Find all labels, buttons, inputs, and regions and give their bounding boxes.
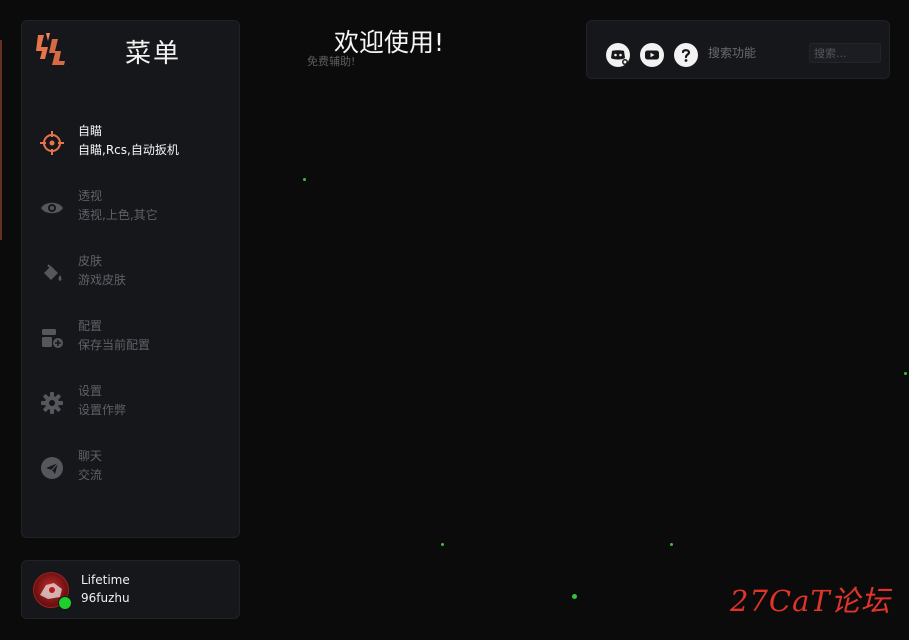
gear-icon [41, 392, 63, 414]
crosshair-icon [40, 131, 64, 155]
sidebar-item-esp[interactable]: 透视 透视,上色,其它 [22, 186, 239, 240]
config-add-icon [42, 329, 63, 348]
sidebar-item-label: 自瞄 [78, 124, 103, 138]
help-button[interactable] [674, 43, 698, 67]
sidebar-item-skins[interactable]: 皮肤 游戏皮肤 [22, 251, 239, 305]
page-subtitle: 免费辅助! [307, 55, 356, 68]
user-name-label: 96fuzhu [81, 591, 130, 605]
sidebar-item-chat[interactable]: 聊天 交流 [22, 446, 239, 500]
sidebar-item-subtitle: 自瞄,Rcs,自动扳机 [78, 143, 179, 157]
discord-icon [611, 50, 628, 65]
top-toolbar: 搜索功能 [586, 20, 890, 79]
sidebar-item-aim[interactable]: 自瞄 自瞄,Rcs,自动扳机 [22, 121, 239, 175]
sidebar-item-subtitle: 设置作弊 [78, 403, 127, 417]
app-logo-icon [36, 33, 65, 65]
eye-icon [41, 202, 63, 214]
youtube-icon [645, 50, 659, 60]
youtube-button[interactable] [640, 43, 664, 67]
sidebar-item-label: 皮肤 [78, 254, 103, 268]
search-input[interactable] [809, 43, 881, 63]
discord-button[interactable] [606, 43, 630, 67]
sidebar-item-label: 配置 [78, 319, 103, 333]
sidebar-item-subtitle: 交流 [78, 468, 103, 482]
app-window: 菜单 自瞄 自瞄,Rcs,自动扳机 透视 透视,上色,其它 皮肤 游戏皮肤 配置… [0, 0, 909, 640]
forum-watermark: 27CaT论坛 [730, 584, 891, 618]
help-icon [681, 49, 691, 62]
particle-dot [670, 543, 673, 546]
online-status-indicator [58, 596, 72, 610]
particle-dot [303, 178, 306, 181]
sidebar-item-subtitle: 保存当前配置 [78, 338, 151, 352]
user-plan-label: Lifetime [81, 573, 130, 587]
user-card[interactable]: Lifetime 96fuzhu [21, 560, 240, 619]
particle-dot [904, 372, 907, 375]
sidebar-item-subtitle: 游戏皮肤 [78, 273, 127, 287]
paint-bucket-icon [44, 264, 62, 281]
sidebar-item-label: 设置 [78, 384, 103, 398]
sidebar-item-settings[interactable]: 设置 设置作弊 [22, 381, 239, 435]
particle-dot [572, 594, 577, 599]
sidebar-item-config[interactable]: 配置 保存当前配置 [22, 316, 239, 370]
sidebar-item-subtitle: 透视,上色,其它 [78, 208, 158, 222]
menu-title: 菜单 [125, 39, 182, 69]
sidebar-item-label: 聊天 [78, 449, 103, 463]
particle-dot [441, 543, 444, 546]
left-edge-accent [0, 40, 2, 240]
search-label: 搜索功能 [708, 46, 757, 60]
sidebar: 菜单 自瞄 自瞄,Rcs,自动扳机 透视 透视,上色,其它 皮肤 游戏皮肤 配置… [21, 20, 240, 538]
paper-plane-icon [41, 457, 63, 479]
sidebar-item-label: 透视 [78, 189, 103, 203]
